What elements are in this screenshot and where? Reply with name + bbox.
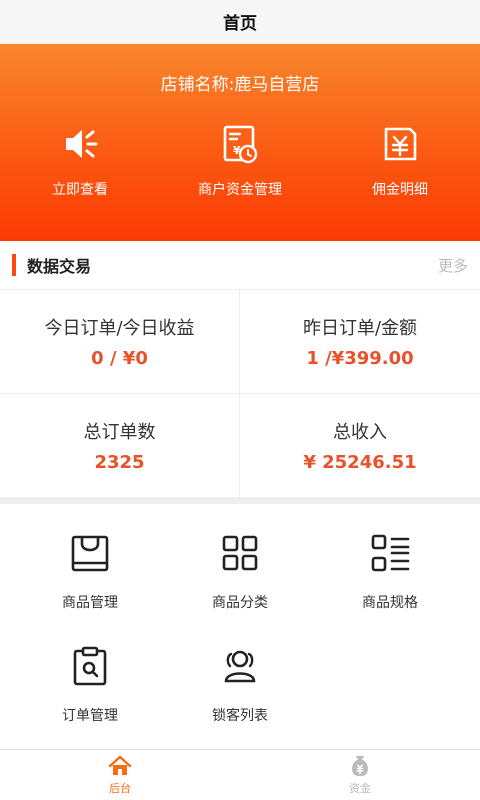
stat-label: 总订单数 [83,422,156,443]
stat-value: ¥ 25246.51 [303,452,417,473]
stat-value: 2325 [94,452,145,473]
nav-bar: 首页 [0,0,480,44]
app-screen: 首页 店铺名称:鹿马自营店 立即查看 ¥ 商户资金管理 佣金明细 数据交易 更多… [0,0,480,800]
home-icon [108,755,132,775]
yen-wallet-icon [384,127,417,161]
tab-funds[interactable]: 资金 [240,750,480,800]
section-title-group: 数据交易 [12,253,91,277]
bottom-tab-bar: 后台 资金 [0,749,480,800]
grid-label: 商品分类 [212,595,268,611]
category-grid-icon [222,535,258,571]
stat-value: 1 /¥399.00 [306,348,414,369]
grid-label: 商品管理 [62,595,118,611]
page-title: 首页 [223,14,257,34]
product-category-button[interactable]: 商品分类 [165,532,315,645]
store-banner: 店铺名称:鹿马自营店 立即查看 ¥ 商户资金管理 佣金明细 [0,44,480,241]
grid-label: 商品规格 [362,595,418,611]
finance-document-icon: ¥ [223,125,258,164]
locked-customers-button[interactable]: 锁客列表 [165,645,315,758]
section-title: 数据交易 [27,257,92,276]
grid-label: 锁客列表 [212,708,268,724]
store-name: 店铺名称:鹿马自营店 [160,75,320,95]
stat-value: 0 / ¥0 [91,348,148,369]
merchant-funds-label: 商户资金管理 [198,182,282,198]
view-now-button[interactable]: 立即查看 [0,124,160,199]
money-bag-icon [352,756,368,776]
banner-actions: 立即查看 ¥ 商户资金管理 佣金明细 [0,124,480,199]
tab-label: 资金 [349,782,371,795]
section-accent-bar [12,254,16,276]
stat-today[interactable]: 今日订单/今日收益 0 / ¥0 [0,290,240,394]
tab-label: 后台 [109,782,131,795]
product-management-button[interactable]: 商品管理 [15,532,165,645]
users-icon [224,650,256,683]
stat-label: 总收入 [333,422,387,443]
stat-total-income[interactable]: 总收入 ¥ 25246.51 [240,394,480,498]
tab-backend[interactable]: 后台 [0,750,240,800]
data-section-header: 数据交易 更多 [0,241,480,290]
commission-detail-button[interactable]: 佣金明细 [320,124,480,199]
stat-yesterday[interactable]: 昨日订单/金额 1 /¥399.00 [240,290,480,394]
function-grid: 商品管理 商品分类 商品规格 订单管理 锁客列表 [0,504,480,758]
view-now-label: 立即查看 [52,182,108,198]
shopping-bag-icon [71,535,109,572]
stat-label: 昨日订单/金额 [302,318,418,339]
speaker-icon [66,130,98,158]
commission-detail-label: 佣金明细 [372,182,428,198]
more-link[interactable]: 更多 [438,255,468,276]
spec-list-icon [371,534,410,572]
order-management-button[interactable]: 订单管理 [15,645,165,758]
stat-label: 今日订单/今日收益 [44,318,195,339]
merchant-funds-button[interactable]: ¥ 商户资金管理 [160,124,320,199]
svg-text:¥: ¥ [233,144,241,157]
order-clipboard-icon [73,646,107,686]
product-spec-button[interactable]: 商品规格 [315,532,465,645]
stats-grid: 今日订单/今日收益 0 / ¥0 昨日订单/金额 1 /¥399.00 总订单数… [0,290,480,498]
stat-total-orders[interactable]: 总订单数 2325 [0,394,240,498]
grid-label: 订单管理 [62,708,118,724]
